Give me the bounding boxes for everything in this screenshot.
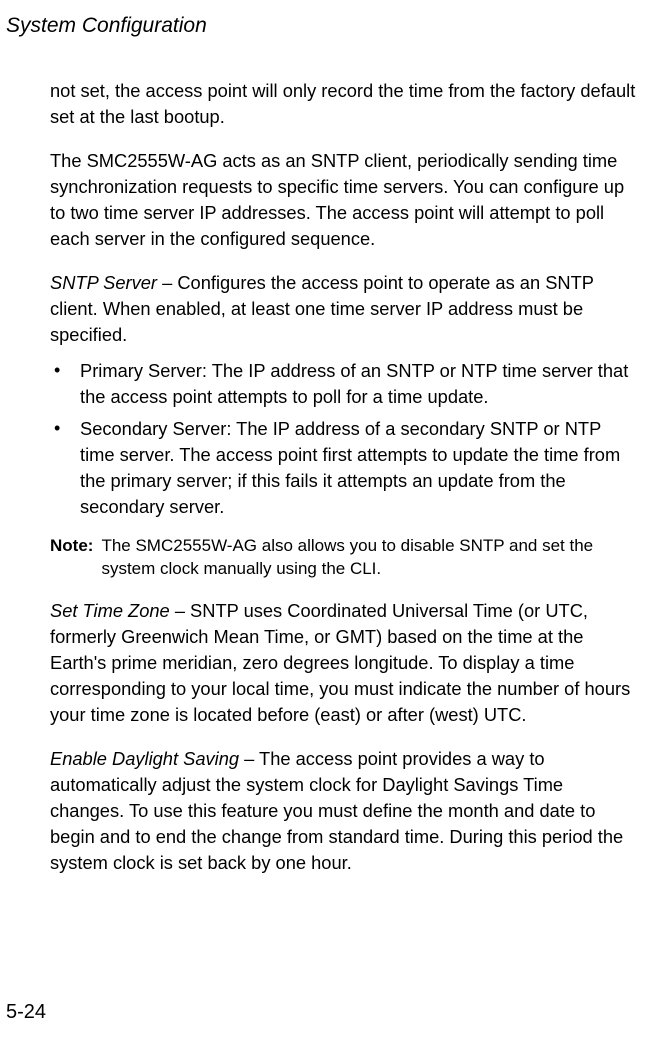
paragraph-sntp-server: SNTP Server – Configures the access poin… — [50, 270, 636, 348]
daylight-label: Enable Daylight Saving — [50, 748, 239, 769]
note-block: Note: The SMC2555W-AG also allows you to… — [50, 534, 636, 581]
page-header: System Configuration — [6, 14, 207, 38]
paragraph-daylight: Enable Daylight Saving – The access poin… — [50, 746, 636, 876]
paragraph-timezone: Set Time Zone – SNTP uses Coordinated Un… — [50, 598, 636, 728]
page-content: not set, the access point will only reco… — [50, 78, 636, 894]
sntp-server-label: SNTP Server — [50, 272, 157, 293]
timezone-label: Set Time Zone — [50, 600, 170, 621]
note-text: The SMC2555W-AG also allows you to disab… — [101, 534, 636, 581]
list-item: Secondary Server: The IP address of a se… — [50, 416, 636, 520]
header-title: System Configuration — [6, 14, 207, 37]
paragraph-sntp-client: The SMC2555W-AG acts as an SNTP client, … — [50, 148, 636, 252]
paragraph-intro: not set, the access point will only reco… — [50, 78, 636, 130]
page-number: 5-24 — [6, 1001, 46, 1024]
bullet-list: Primary Server: The IP address of an SNT… — [50, 358, 636, 520]
list-item: Primary Server: The IP address of an SNT… — [50, 358, 636, 410]
note-label: Note: — [50, 534, 101, 581]
